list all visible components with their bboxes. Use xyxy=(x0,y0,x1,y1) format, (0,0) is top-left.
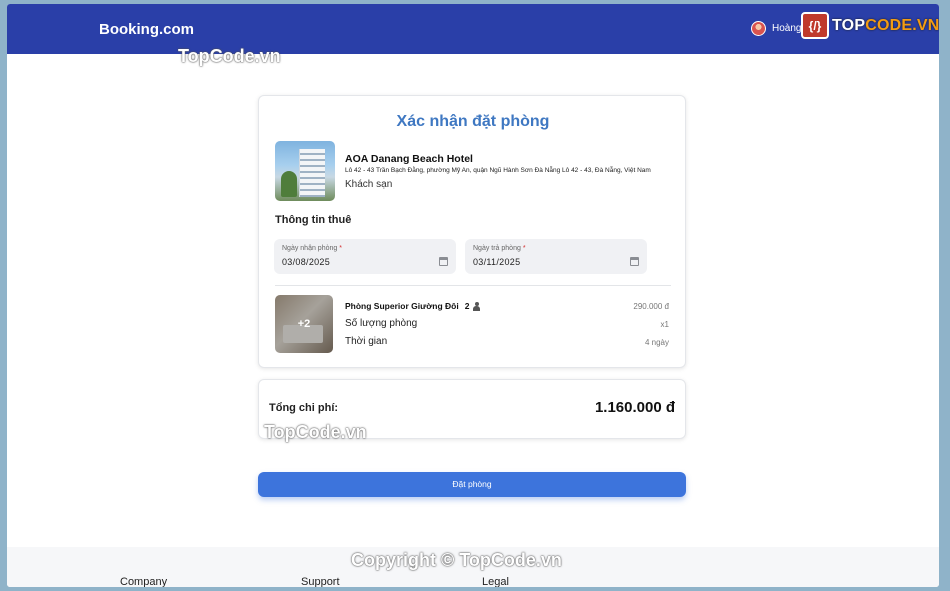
rental-info-heading: Thông tin thuê xyxy=(275,214,352,226)
checkin-date-label: Ngày nhận phòng * xyxy=(282,245,343,252)
room-guest-count: 2 xyxy=(464,301,470,311)
hotel-image[interactable] xyxy=(275,141,335,201)
required-mark: * xyxy=(339,245,343,252)
divider xyxy=(275,285,671,286)
total-cost-value: 1.160.000 đ xyxy=(594,399,675,416)
room-price: 290.000 đ xyxy=(633,302,669,311)
calendar-icon[interactable] xyxy=(439,257,448,266)
footer-company-link[interactable]: Company xyxy=(120,576,167,587)
room-quantity-label: Số lượng phòng xyxy=(345,318,418,329)
required-mark: * xyxy=(522,245,526,252)
hotel-image-tree xyxy=(281,171,297,197)
topcode-logo-text: TOPCODE.VN xyxy=(832,16,939,34)
hotel-name: AOA Danang Beach Hotel xyxy=(345,153,473,165)
person-icon xyxy=(472,301,481,311)
page-title: Xác nhận đặt phòng xyxy=(396,113,550,130)
footer-legal-link[interactable]: Legal xyxy=(482,576,509,587)
calendar-icon[interactable] xyxy=(630,257,639,266)
checkout-date-value: 03/11/2025 xyxy=(473,257,521,267)
avatar xyxy=(751,21,766,36)
browser-window: Booking.com Hoàng {/} TOPCODE.VN Xác nhậ… xyxy=(7,4,939,587)
booking-confirmation-card: Xác nhận đặt phòng AOA Danang Beach Hote… xyxy=(258,95,686,368)
checkin-date-value: 03/08/2025 xyxy=(282,257,331,267)
room-image[interactable]: +2 xyxy=(275,295,333,353)
topcode-logo-watermark: {/} TOPCODE.VN xyxy=(801,12,939,39)
more-images-overlay[interactable]: +2 xyxy=(275,295,333,353)
brand-logo-link[interactable]: Booking.com xyxy=(99,21,194,38)
watermark-text: TopCode.vn xyxy=(264,422,367,442)
checkin-date-field[interactable]: Ngày nhận phòng * 03/08/2025 xyxy=(274,239,456,274)
topcode-logo-icon: {/} xyxy=(801,12,829,39)
checkout-date-label: Ngày trả phòng * xyxy=(473,245,526,252)
total-cost-label: Tổng chi phí: xyxy=(269,402,339,414)
hotel-address: Lô 42 - 43 Trần Bạch Đằng, phường Mỹ An,… xyxy=(345,167,651,174)
room-quantity-value: x1 xyxy=(660,320,669,329)
user-menu[interactable]: Hoàng xyxy=(751,21,801,36)
duration-label: Thời gian xyxy=(345,336,388,347)
watermark-text: TopCode.vn xyxy=(178,46,281,66)
copyright-watermark: Copyright © TopCode.vn xyxy=(351,550,562,570)
room-name: Phòng Superior Giường Đôi 2 xyxy=(345,301,481,311)
user-name: Hoàng xyxy=(772,23,802,34)
top-navigation-bar: Booking.com Hoàng {/} TOPCODE.VN xyxy=(7,4,939,54)
book-room-button[interactable]: Đặt phòng xyxy=(258,472,686,497)
duration-value: 4 ngày xyxy=(644,338,669,347)
hotel-image-building xyxy=(299,149,325,197)
checkout-date-field[interactable]: Ngày trả phòng * 03/11/2025 xyxy=(465,239,647,274)
hotel-type: Khách sạn xyxy=(345,179,393,190)
footer-support-link[interactable]: Support xyxy=(301,576,340,587)
